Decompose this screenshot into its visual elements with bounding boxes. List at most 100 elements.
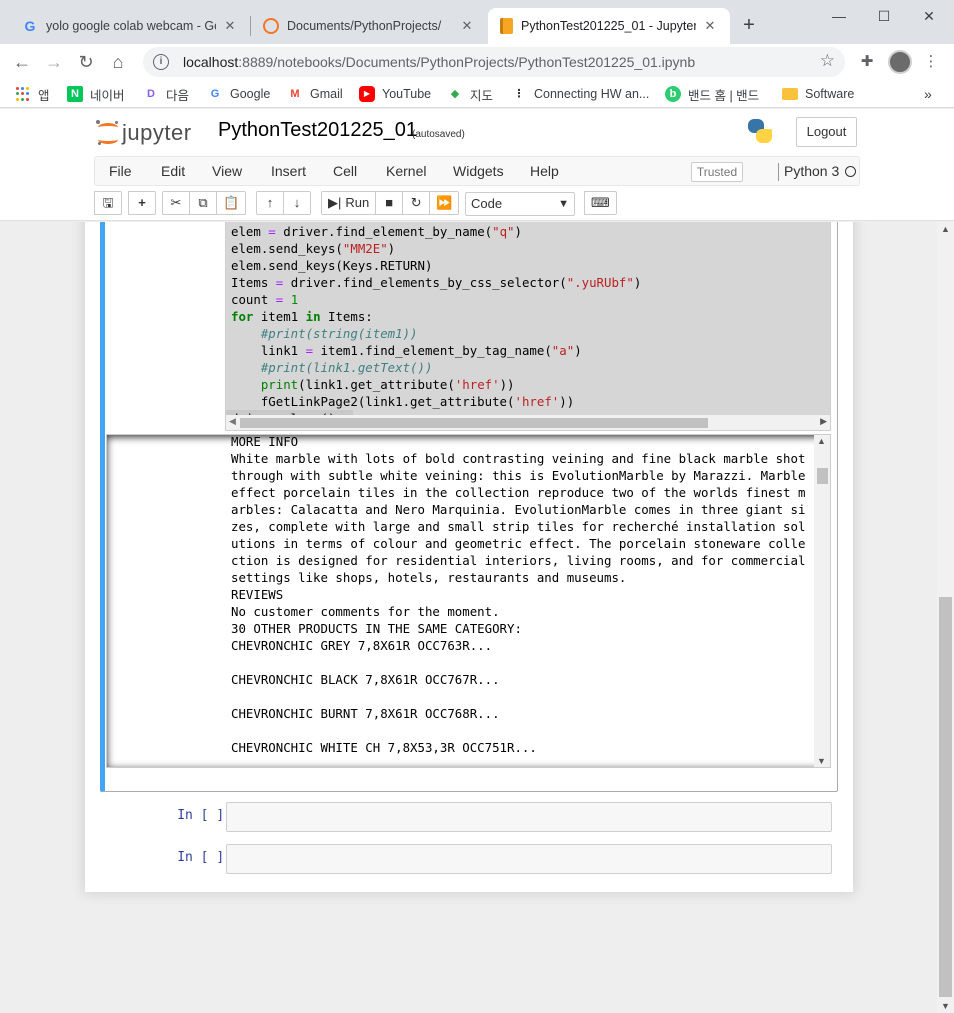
command-palette-keyboard-icon[interactable]: ⌨: [584, 191, 617, 215]
close-tab-icon[interactable]: ✕: [702, 18, 718, 34]
interrupt-stop-icon[interactable]: ■: [375, 191, 404, 215]
scroll-right-arrow-icon[interactable]: ▶: [820, 416, 827, 427]
horizontal-scrollbar[interactable]: ◀ ▶: [226, 415, 830, 430]
code-line[interactable]: elem = driver.find_element_by_name("q"): [231, 223, 641, 240]
menu-widgets[interactable]: Widgets: [453, 157, 504, 185]
bookmark-naver[interactable]: N 네이버: [67, 84, 125, 104]
bookmark-label: 앱: [38, 88, 50, 103]
maximize-window-button[interactable]: ☐: [873, 6, 895, 26]
bookmark-youtube[interactable]: ▶ YouTube: [359, 84, 431, 104]
insert-cell-plus-icon[interactable]: +: [128, 191, 156, 215]
code-line[interactable]: count = 1: [231, 291, 641, 308]
selected-code-cell[interactable]: elem = driver.find_element_by_name("q") e…: [100, 222, 838, 792]
code-line[interactable]: elem.send_keys(Keys.RETURN): [231, 257, 641, 274]
notebook-site[interactable]: elem = driver.find_element_by_name("q") e…: [0, 222, 954, 1013]
code-token: ".yuRUbf": [566, 275, 634, 290]
more-bookmarks-button[interactable]: »: [924, 84, 932, 104]
reload-icon[interactable]: ↻: [74, 50, 98, 74]
bookmark-gmail[interactable]: M Gmail: [287, 84, 342, 104]
minimize-window-button[interactable]: —: [828, 6, 850, 26]
notebook-container: elem = driver.find_element_by_name("q") e…: [85, 222, 853, 892]
code-line[interactable]: print(link1.get_attribute('href')): [231, 376, 641, 393]
menu-edit[interactable]: Edit: [161, 157, 185, 185]
close-tab-icon[interactable]: ✕: [222, 18, 238, 34]
output-text: MORE INFO White marble with lots of bold…: [231, 434, 806, 755]
close-window-button[interactable]: ✕: [918, 6, 940, 26]
paste-icon[interactable]: 📋: [216, 191, 247, 215]
bookmark-star-icon[interactable]: ☆: [820, 51, 835, 71]
kernel-name[interactable]: Python 3: [784, 157, 839, 185]
bookmark-maps[interactable]: ◆ 지도: [447, 84, 493, 104]
page-scroll-thumb[interactable]: [939, 597, 952, 997]
tab-yolo-colab[interactable]: G yolo google colab webcam - Go ✕: [10, 8, 250, 44]
tab-notebook-active[interactable]: PythonTest201225_01 - Jupyter ✕: [488, 8, 730, 44]
restart-kernel-icon[interactable]: ↻: [402, 191, 431, 215]
scroll-down-arrow-icon[interactable]: ▼: [941, 1001, 950, 1011]
chrome-menu-kebab-icon[interactable]: ⋮: [921, 52, 941, 72]
bookmark-label: 밴드 홈 | 밴드: [688, 88, 760, 103]
menu-view[interactable]: View: [212, 157, 242, 185]
restart-run-all-fast-forward-icon[interactable]: ⏩: [429, 191, 460, 215]
empty-code-cell[interactable]: In [ ]:: [100, 844, 838, 876]
bookmark-band[interactable]: b 밴드 홈 | 밴드: [665, 84, 759, 104]
page-vertical-scrollbar[interactable]: ▲ ▼: [937, 222, 954, 1013]
code-line[interactable]: for item1 in Items:: [231, 308, 641, 325]
new-tab-button[interactable]: +: [738, 14, 760, 36]
scroll-left-arrow-icon[interactable]: ◀: [229, 416, 236, 427]
bookmark-label: 지도: [470, 88, 494, 103]
empty-code-cell[interactable]: In [ ]:: [100, 802, 838, 834]
code-line[interactable]: #print(link1.getText()): [231, 359, 641, 376]
scroll-up-arrow-icon[interactable]: ▲: [817, 436, 826, 446]
move-down-arrow-icon[interactable]: ↓: [283, 191, 311, 215]
save-icon[interactable]: 🖫: [94, 191, 122, 215]
bookmark-apps[interactable]: 앱: [16, 84, 50, 104]
close-tab-icon[interactable]: ✕: [459, 18, 475, 34]
daum-icon: D: [147, 88, 155, 100]
back-arrow-icon[interactable]: ←: [10, 50, 34, 74]
bookmark-connecting-hw[interactable]: ⋮ Connecting HW an...: [511, 84, 650, 104]
code-line[interactable]: #print(string(item1)): [231, 325, 641, 342]
bookmark-daum[interactable]: D 다음: [143, 84, 189, 104]
bookmark-google[interactable]: G Google: [207, 84, 271, 104]
extensions-puzzle-icon[interactable]: ✚: [857, 52, 877, 72]
cell-type-select[interactable]: Code ▼: [465, 192, 575, 216]
cell-output-area[interactable]: MORE INFO White marble with lots of bold…: [106, 434, 831, 768]
menu-insert[interactable]: Insert: [271, 157, 306, 185]
output-scroll-thumb[interactable]: [817, 468, 828, 484]
code-editor[interactable]: elem = driver.find_element_by_name("q") e…: [231, 223, 641, 427]
notebook-title[interactable]: PythonTest201225_01: [218, 119, 417, 142]
url-text[interactable]: localhost:8889/notebooks/Documents/Pytho…: [183, 54, 695, 70]
menu-file[interactable]: File: [109, 157, 132, 185]
jupyter-logo-icon: [96, 120, 120, 146]
code-line[interactable]: fGetLinkPage2(link1.get_attribute('href'…: [231, 393, 641, 410]
forward-arrow-icon[interactable]: →: [42, 50, 66, 74]
jupyter-header: jupyter PythonTest201225_01 (autosaved) …: [0, 109, 954, 221]
menu-cell[interactable]: Cell: [333, 157, 357, 185]
horizontal-scroll-thumb[interactable]: [240, 418, 708, 428]
scroll-down-arrow-icon[interactable]: ▼: [817, 756, 826, 766]
run-cell-button[interactable]: ▶| Run: [321, 191, 377, 215]
menu-kernel[interactable]: Kernel: [386, 157, 426, 185]
scroll-up-arrow-icon[interactable]: ▲: [941, 224, 950, 234]
move-up-arrow-icon[interactable]: ↑: [256, 191, 284, 215]
cut-scissors-icon[interactable]: ✂: [162, 191, 190, 215]
empty-code-input[interactable]: [226, 844, 832, 874]
home-icon[interactable]: ⌂: [106, 50, 130, 74]
code-line[interactable]: Items = driver.find_elements_by_css_sele…: [231, 274, 641, 291]
output-vertical-scrollbar[interactable]: ▲ ▼: [814, 435, 830, 767]
code-line[interactable]: link1 = item1.find_element_by_tag_name("…: [231, 342, 641, 359]
profile-avatar[interactable]: [888, 50, 912, 74]
url-host: localhost: [183, 54, 239, 70]
site-info-icon[interactable]: i: [153, 54, 169, 70]
empty-code-input[interactable]: [226, 802, 832, 832]
code-input-area[interactable]: elem = driver.find_element_by_name("q") e…: [225, 222, 831, 431]
address-bar[interactable]: i localhost:8889/notebooks/Documents/Pyt…: [143, 47, 845, 77]
tab-python-projects[interactable]: Documents/PythonProjects/ ✕: [251, 8, 487, 44]
code-line[interactable]: elem.send_keys("MM2E"): [231, 240, 641, 257]
logout-button[interactable]: Logout: [796, 117, 857, 147]
trusted-indicator[interactable]: Trusted: [691, 162, 743, 182]
menu-help[interactable]: Help: [530, 157, 559, 185]
copy-icon[interactable]: ⧉: [189, 191, 217, 215]
jupyter-logo[interactable]: jupyter: [96, 117, 192, 149]
bookmark-software[interactable]: Software: [782, 84, 854, 104]
